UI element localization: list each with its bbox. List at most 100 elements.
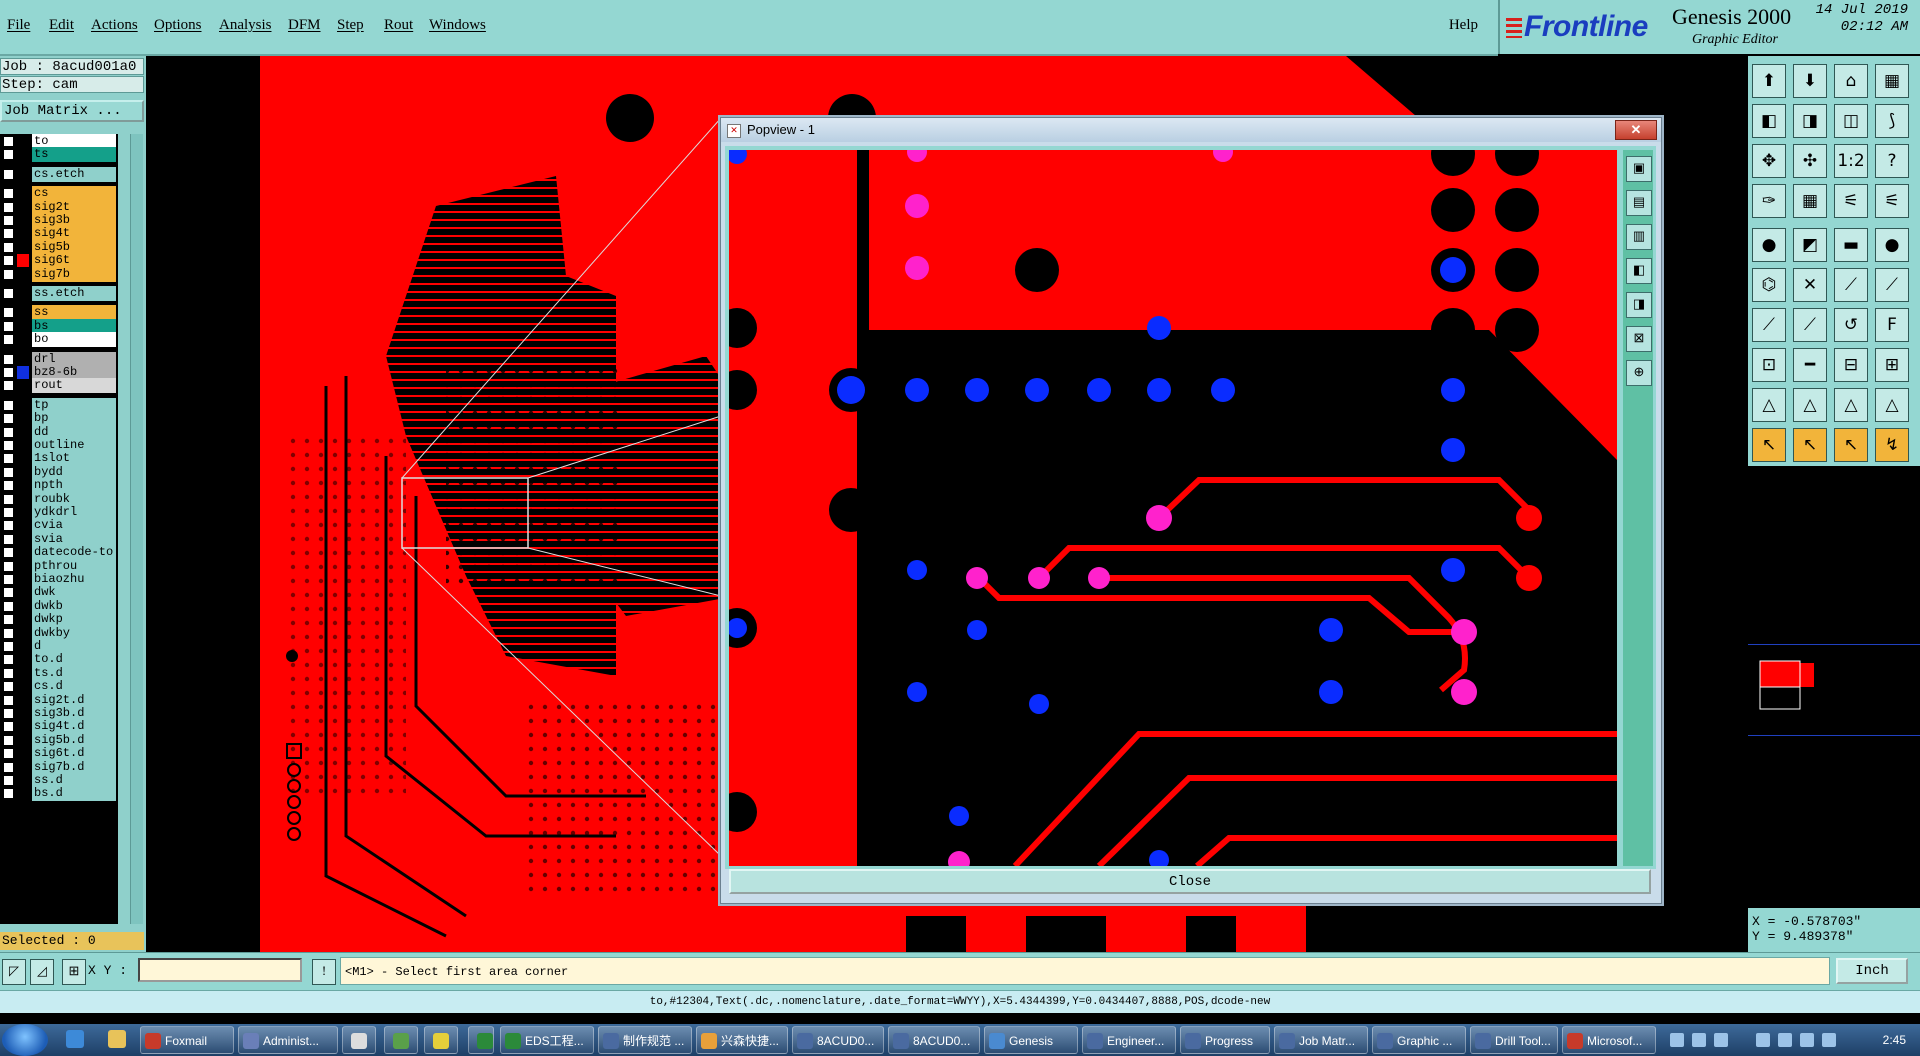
- taskbar-item[interactable]: [468, 1026, 494, 1054]
- popview-pan-left-icon[interactable]: ◧: [1626, 258, 1652, 284]
- layer-checkbox[interactable]: [3, 775, 14, 786]
- layer-checkbox[interactable]: [3, 168, 14, 180]
- select-d-icon[interactable]: ↯: [1875, 428, 1909, 462]
- layer-checkbox[interactable]: [3, 734, 14, 746]
- cross-icon[interactable]: ✕: [1793, 268, 1827, 302]
- layer-checkbox[interactable]: [3, 136, 14, 147]
- layer-checkbox[interactable]: [3, 255, 14, 267]
- popview-zoom-out-icon[interactable]: ▤: [1626, 190, 1652, 216]
- layer-checkbox[interactable]: [3, 268, 14, 280]
- layer-checkbox[interactable]: [3, 507, 14, 518]
- help-icon[interactable]: ?: [1875, 144, 1909, 178]
- layer-row[interactable]: cs.etch: [0, 166, 118, 182]
- layer-checkbox[interactable]: [3, 149, 14, 161]
- line-b-icon[interactable]: ⟋: [1875, 268, 1909, 302]
- layer-checkbox[interactable]: [3, 380, 14, 392]
- layer-checkbox[interactable]: [3, 353, 14, 365]
- menu-options[interactable]: Options: [154, 17, 202, 34]
- taskbar-item[interactable]: Graphic ...: [1372, 1026, 1466, 1054]
- boxes-icon[interactable]: ⊞: [1875, 348, 1909, 382]
- layer-name[interactable]: sig7b: [32, 266, 116, 282]
- pencil-icon[interactable]: ✑: [1752, 184, 1786, 218]
- text-icon[interactable]: F: [1875, 308, 1909, 342]
- layer-checkbox[interactable]: [3, 307, 14, 319]
- layer-checkbox[interactable]: [3, 215, 14, 226]
- layer-checkbox[interactable]: [3, 694, 14, 706]
- view-icon[interactable]: ▦: [1875, 64, 1909, 98]
- tri-b-icon[interactable]: △: [1793, 388, 1827, 422]
- popview-pan-down-icon[interactable]: ▥: [1626, 224, 1652, 250]
- taskbar-item[interactable]: Drill Tool...: [1470, 1026, 1558, 1054]
- layer-checkbox[interactable]: [3, 188, 14, 200]
- popview-close-button[interactable]: Close: [729, 869, 1651, 894]
- close-icon[interactable]: ✕: [1615, 120, 1657, 140]
- popview-zoom-in-icon[interactable]: ▣: [1626, 156, 1652, 182]
- layer-checkbox[interactable]: [3, 708, 14, 719]
- layer-name[interactable]: bs.d: [32, 786, 116, 802]
- layer-checkbox[interactable]: [3, 533, 14, 545]
- layers-b-icon[interactable]: ⚟: [1875, 184, 1909, 218]
- taskbar-item[interactable]: Genesis: [984, 1026, 1078, 1054]
- select-b-icon[interactable]: ↖: [1793, 428, 1827, 462]
- layer-checkbox[interactable]: [3, 399, 14, 411]
- layer-row[interactable]: ts: [0, 147, 118, 163]
- layer-checkbox[interactable]: [3, 627, 14, 639]
- taskbar-item[interactable]: Foxmail: [140, 1026, 234, 1054]
- volume-icon[interactable]: [1822, 1033, 1836, 1047]
- taskbar-item[interactable]: 制作规范 ...: [598, 1026, 692, 1054]
- move-down-icon[interactable]: ⬇: [1793, 64, 1827, 98]
- layer-checkbox[interactable]: [3, 320, 14, 332]
- layer-checkbox[interactable]: [3, 413, 14, 425]
- popview-home-icon[interactable]: ⊕: [1626, 360, 1652, 386]
- popview-pan-right-icon[interactable]: ◨: [1626, 292, 1652, 318]
- tri-d-icon[interactable]: △: [1875, 388, 1909, 422]
- pan-icon[interactable]: ✥: [1752, 144, 1786, 178]
- layer-checkbox[interactable]: [3, 367, 14, 378]
- display-tray-icon[interactable]: [1800, 1033, 1814, 1047]
- taskbar-item[interactable]: [424, 1026, 458, 1054]
- popview-fit-icon[interactable]: ⊠: [1626, 326, 1652, 352]
- taskbar-item[interactable]: 兴森快捷...: [696, 1026, 788, 1054]
- layer-checkbox[interactable]: [3, 614, 14, 626]
- layer-name[interactable]: cs.etch: [32, 166, 116, 182]
- layer-checkbox[interactable]: [3, 641, 14, 652]
- layer-name[interactable]: ss.etch: [32, 286, 116, 301]
- prev-icon[interactable]: ◧: [1752, 104, 1786, 138]
- info-icon[interactable]: !: [312, 959, 336, 985]
- line-d-icon[interactable]: ⟋: [1793, 308, 1827, 342]
- node-icon[interactable]: ⌬: [1752, 268, 1786, 302]
- dot-icon[interactable]: ●: [1875, 228, 1909, 262]
- layer-checkbox[interactable]: [3, 334, 14, 346]
- box-icon[interactable]: ⊟: [1834, 348, 1868, 382]
- units-button[interactable]: Inch: [1836, 958, 1908, 984]
- menu-analysis[interactable]: Analysis: [219, 17, 272, 34]
- select-c-icon[interactable]: ↖: [1834, 428, 1868, 462]
- layer-checkbox[interactable]: [3, 600, 14, 612]
- layer-checkbox[interactable]: [3, 654, 14, 666]
- layer-row[interactable]: sig7b: [0, 266, 118, 282]
- layer-checkbox[interactable]: [3, 426, 14, 438]
- snap-icon[interactable]: ⟆: [1875, 104, 1909, 138]
- layer-checkbox[interactable]: [3, 721, 14, 733]
- layer-checkbox[interactable]: [3, 574, 14, 585]
- next-icon[interactable]: ◨: [1793, 104, 1827, 138]
- circle-icon[interactable]: ●: [1752, 228, 1786, 262]
- job-matrix-button[interactable]: Job Matrix ...: [0, 100, 144, 122]
- layer-row[interactable]: bs.d: [0, 786, 118, 802]
- menu-step[interactable]: Step: [337, 17, 364, 34]
- layer-row[interactable]: rout: [0, 378, 118, 394]
- taskbar-item[interactable]: Progress: [1180, 1026, 1270, 1054]
- line-width-icon[interactable]: ▬: [1834, 228, 1868, 262]
- layer-name[interactable]: ts: [32, 147, 116, 163]
- layer-checkbox[interactable]: [3, 288, 14, 299]
- taskbar-item[interactable]: EDS工程...: [500, 1026, 594, 1054]
- layer-name[interactable]: bo: [32, 332, 116, 348]
- measure-tool-icon[interactable]: ◿: [30, 959, 54, 985]
- layer-checkbox[interactable]: [3, 466, 14, 478]
- layer-checkbox[interactable]: [3, 761, 14, 773]
- menu-help[interactable]: Help: [1449, 17, 1478, 34]
- xy-input[interactable]: [138, 958, 302, 982]
- layer-checkbox[interactable]: [3, 493, 14, 505]
- taskbar-item[interactable]: [384, 1026, 418, 1054]
- popview-titlebar[interactable]: ✕ Popview - 1 ✕: [721, 118, 1661, 142]
